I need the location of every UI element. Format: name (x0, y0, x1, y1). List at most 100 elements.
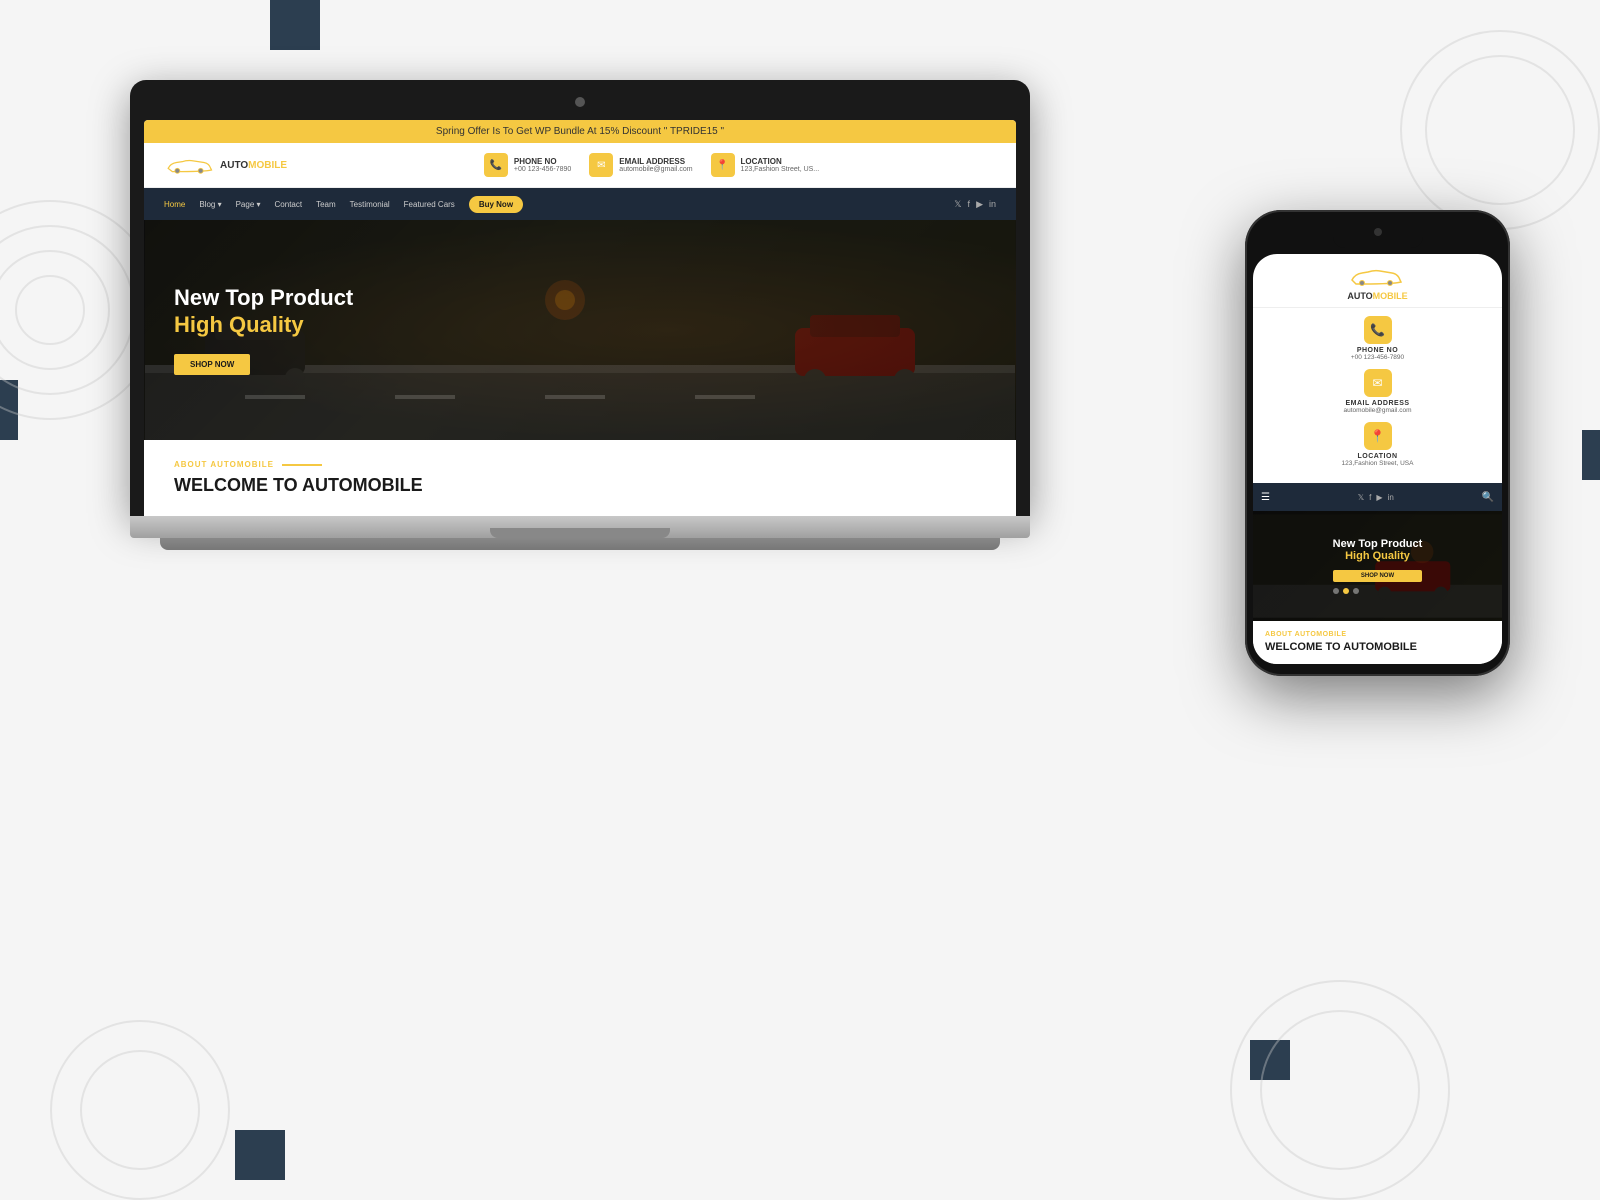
nav-social-links: 𝕏 f ▶ in (954, 199, 996, 210)
phone-about-label: ABOUT AUTOMOBILE (1265, 631, 1490, 638)
phone-logo: AUTOMOBILE (1253, 254, 1502, 308)
decor-square-5 (1582, 430, 1600, 480)
hero-title-line2: High Quality (174, 312, 353, 338)
site-header: AUTOMOBILE 📞 PHONE NO +00 123-456-7890 (144, 143, 1016, 188)
social-linkedin[interactable]: in (989, 199, 996, 209)
phone-logo-prefix: AUTO (1347, 291, 1372, 301)
phone-about-section: ABOUT AUTOMOBILE WELCOME TO AUTOMOBILE (1253, 621, 1502, 664)
email-value: automobile@gmail.com (619, 166, 692, 173)
phone-social-twitter[interactable]: 𝕏 (1358, 493, 1364, 502)
phone-notch (1333, 228, 1423, 248)
site-about-section: ABOUT AUTOMOBILE WELCOME TO AUTOMOBILE (144, 440, 1016, 516)
logo-prefix: AUTO (220, 160, 248, 171)
phone-contact-phone: 📞 PHONE NO +00 123-456-7890 (1265, 316, 1490, 361)
phone-social-links: 𝕏 f ▶ in (1358, 493, 1394, 502)
dot-2 (1343, 588, 1349, 594)
phone-email-icon: ✉ (1364, 369, 1392, 397)
phone-about-title: WELCOME TO AUTOMOBILE (1265, 641, 1490, 654)
phone-location-value: 123,Fashion Street, USA (1342, 460, 1414, 467)
laptop-frame: Spring Offer Is To Get WP Bundle At 15% … (130, 80, 1030, 516)
phone-phone-value: +00 123-456-7890 (1351, 354, 1404, 361)
nav-testimonial[interactable]: Testimonial (350, 200, 390, 209)
phone-social-linkedin[interactable]: in (1388, 493, 1394, 502)
phone-hero-dots (1333, 588, 1423, 594)
hero-shop-button[interactable]: SHOP NOW (174, 354, 250, 375)
contact-location: 📍 LOCATION 123,Fashion Street, US... (711, 153, 820, 177)
about-label: ABOUT AUTOMOBILE (174, 460, 986, 469)
phone-hero-line2: High Quality (1333, 550, 1423, 562)
contact-phone: 📞 PHONE NO +00 123-456-7890 (484, 153, 571, 177)
nav-blog[interactable]: Blog ▾ (199, 200, 221, 209)
phone-screen: AUTOMOBILE 📞 PHONE NO +00 123-456-7890 ✉… (1253, 254, 1502, 664)
phone-hero-content: New Top Product High Quality SHOP NOW (1333, 538, 1423, 594)
phone-logo-car-icon (1348, 266, 1408, 286)
nav-featured[interactable]: Featured Cars (404, 200, 455, 209)
contact-email: ✉ EMAIL ADDRESS automobile@gmail.com (589, 153, 692, 177)
phone-email-label: EMAIL ADDRESS (1345, 400, 1409, 407)
phone-nav: ☰ 𝕏 f ▶ in 🔍 (1253, 483, 1502, 511)
phone-hero-shop-button[interactable]: SHOP NOW (1333, 570, 1423, 582)
camera-dot (575, 97, 585, 107)
phone-contact-location: 📍 LOCATION 123,Fashion Street, USA (1265, 422, 1490, 467)
phone-menu-icon[interactable]: ☰ (1261, 492, 1270, 503)
logo-text: AUTOMOBILE (220, 159, 287, 171)
phone-value: +00 123-456-7890 (514, 166, 571, 173)
nav-contact[interactable]: Contact (275, 200, 303, 209)
site-nav: Home Blog ▾ Page ▾ Contact Team Testimon… (144, 188, 1016, 220)
phone-contact-info: 📞 PHONE NO +00 123-456-7890 ✉ EMAIL ADDR… (1253, 308, 1502, 483)
phone-camera (1374, 228, 1382, 236)
phone-hero: New Top Product High Quality SHOP NOW (1253, 511, 1502, 621)
email-icon: ✉ (589, 153, 613, 177)
phone-search-icon[interactable]: 🔍 (1482, 492, 1494, 503)
site-banner: Spring Offer Is To Get WP Bundle At 15% … (144, 120, 1016, 143)
laptop-foot (160, 538, 1000, 550)
dot-1 (1333, 588, 1339, 594)
phone-location-icon: 📍 (1364, 422, 1392, 450)
banner-text: Spring Offer Is To Get WP Bundle At 15% … (436, 126, 724, 137)
logo-car-icon (164, 154, 214, 176)
laptop-camera (144, 94, 1016, 112)
logo-suffix: MOBILE (248, 160, 287, 171)
phone-phone-icon: 📞 (1364, 316, 1392, 344)
hero-title-highlight: Quality (229, 312, 304, 337)
social-twitter[interactable]: 𝕏 (954, 199, 961, 210)
phone-social-youtube[interactable]: ▶ (1376, 493, 1382, 502)
laptop-screen: Spring Offer Is To Get WP Bundle At 15% … (144, 120, 1016, 516)
about-divider (282, 464, 322, 466)
about-label-text: ABOUT AUTOMOBILE (174, 460, 274, 469)
phone-logo-suffix: MOBILE (1373, 291, 1408, 301)
phone-social-facebook[interactable]: f (1369, 493, 1371, 502)
social-facebook[interactable]: f (968, 199, 971, 209)
header-info: 📞 PHONE NO +00 123-456-7890 ✉ EMAIL ADDR… (307, 153, 996, 177)
decor-square-3 (235, 1130, 285, 1180)
about-title: WELCOME TO AUTOMOBILE (174, 475, 986, 496)
phone-device: AUTOMOBILE 📞 PHONE NO +00 123-456-7890 ✉… (1245, 210, 1510, 676)
location-value: 123,Fashion Street, US... (741, 166, 820, 173)
site-hero: New Top Product High Quality SHOP NOW (144, 220, 1016, 440)
laptop-base (130, 516, 1030, 538)
hero-content: New Top Product High Quality SHOP NOW (174, 285, 353, 375)
phone-icon: 📞 (484, 153, 508, 177)
phone-phone-label: PHONE NO (1357, 347, 1398, 354)
phone-contact-email: ✉ EMAIL ADDRESS automobile@gmail.com (1265, 369, 1490, 414)
phone-label: PHONE NO (514, 157, 571, 166)
phone-hero-highlight: Quality (1373, 550, 1410, 562)
location-label: LOCATION (741, 157, 820, 166)
decor-square-4 (0, 380, 18, 440)
phone-frame: AUTOMOBILE 📞 PHONE NO +00 123-456-7890 ✉… (1245, 210, 1510, 676)
phone-location-label: LOCATION (1357, 453, 1397, 460)
nav-team[interactable]: Team (316, 200, 336, 209)
nav-page[interactable]: Page ▾ (236, 200, 261, 209)
hero-title-line1: New Top Product (174, 285, 353, 311)
email-label: EMAIL ADDRESS (619, 157, 692, 166)
phone-email-value: automobile@gmail.com (1343, 407, 1411, 414)
decor-square-2 (1250, 1040, 1290, 1080)
dot-3 (1353, 588, 1359, 594)
site-logo: AUTOMOBILE (164, 154, 287, 176)
social-youtube[interactable]: ▶ (976, 199, 983, 210)
laptop-device: Spring Offer Is To Get WP Bundle At 15% … (130, 80, 1030, 550)
decor-square-1 (270, 0, 320, 50)
nav-home[interactable]: Home (164, 200, 185, 209)
nav-buy-button[interactable]: Buy Now (469, 196, 523, 213)
hero-title-prefix: High (174, 312, 229, 337)
